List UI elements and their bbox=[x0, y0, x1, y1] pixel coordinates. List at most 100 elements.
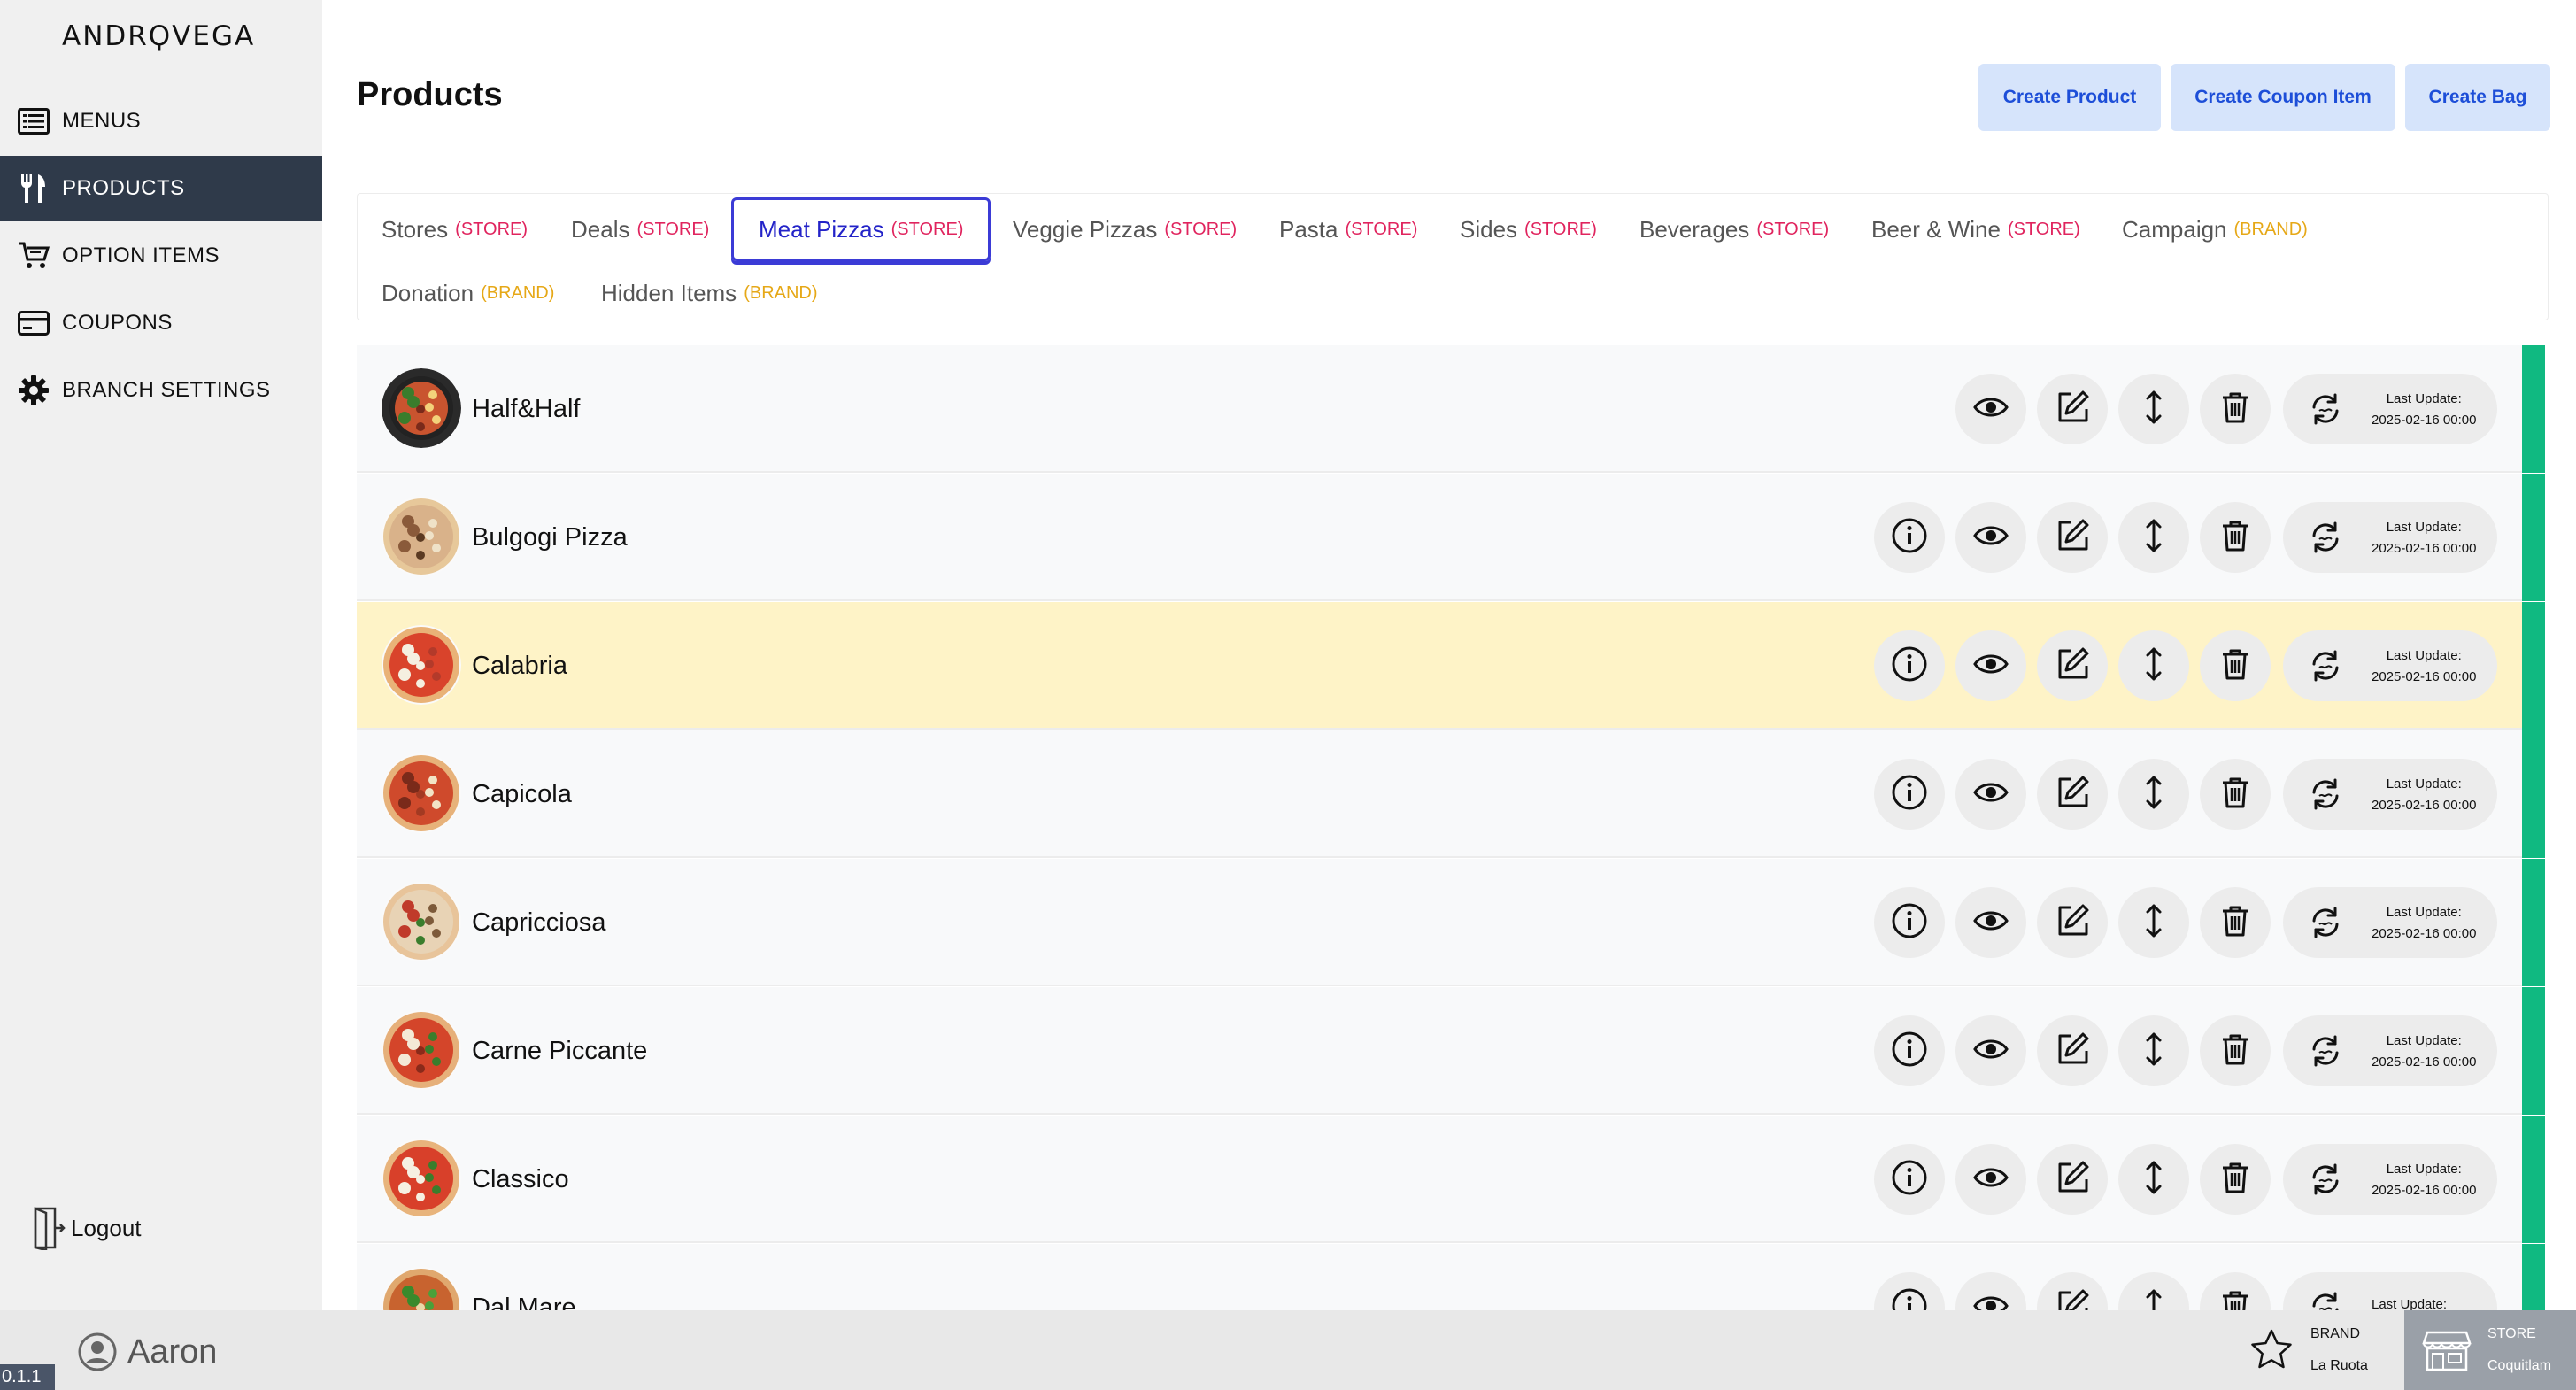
sidebar-item-coupons[interactable]: COUPONS bbox=[0, 290, 322, 356]
visibility-button[interactable] bbox=[1955, 759, 2026, 830]
product-row[interactable]: Half&Half Last Update: 2025-02-16 00:00 bbox=[357, 345, 2545, 473]
info-button[interactable] bbox=[1874, 759, 1945, 830]
sync-button[interactable]: Last Update: 2025-02-16 00:00 bbox=[2283, 630, 2497, 701]
tab-campaign[interactable]: Campaign (BRAND) bbox=[2122, 197, 2308, 261]
reorder-button[interactable] bbox=[2118, 1272, 2189, 1310]
last-update: Last Update: 2025-02-16 00:00 bbox=[2372, 520, 2476, 556]
brand-selector[interactable]: BRAND La Ruota bbox=[2248, 1310, 2404, 1390]
product-row[interactable]: Capicola Last Update: 2025-02-16 00:00 bbox=[357, 730, 2545, 858]
delete-button[interactable] bbox=[2200, 887, 2271, 958]
reorder-button[interactable] bbox=[2118, 374, 2189, 444]
product-row[interactable]: Classico Last Update: 2025-02-16 00:00 bbox=[357, 1116, 2545, 1243]
tab-stores[interactable]: Stores (STORE) bbox=[382, 197, 528, 261]
sync-button[interactable]: Last Update: 2025-02-16 00:00 bbox=[2283, 1144, 2497, 1215]
sync-icon bbox=[2306, 1160, 2345, 1199]
version-badge: 0.1.1 bbox=[0, 1364, 55, 1390]
brand-label: BRAND bbox=[2310, 1326, 2361, 1341]
delete-button[interactable] bbox=[2200, 1144, 2271, 1215]
store-selector[interactable]: STORE Coquitlam bbox=[2404, 1310, 2576, 1390]
sync-button[interactable]: Last Update: 2025-02-16 00:00 bbox=[2283, 502, 2497, 573]
edit-button[interactable] bbox=[2037, 374, 2108, 444]
tab-pasta[interactable]: Pasta (STORE) bbox=[1279, 197, 1417, 261]
delete-button[interactable] bbox=[2200, 502, 2271, 573]
info-icon bbox=[1891, 1159, 1928, 1201]
edit-button[interactable] bbox=[2037, 887, 2108, 958]
fork-knife-icon bbox=[16, 171, 51, 206]
product-row[interactable]: Capricciosa Last Update: 2025-02-16 00:00 bbox=[357, 859, 2545, 986]
info-button[interactable] bbox=[1874, 887, 1945, 958]
menu-list-icon bbox=[16, 104, 51, 139]
tab-beer-wine[interactable]: Beer & Wine (STORE) bbox=[1871, 197, 2080, 261]
tab-sides[interactable]: Sides (STORE) bbox=[1460, 197, 1597, 261]
reorder-button[interactable] bbox=[2118, 630, 2189, 701]
info-button[interactable] bbox=[1874, 1272, 1945, 1310]
sync-button[interactable]: Last Update: 2025-02-16 00:00 bbox=[2283, 374, 2497, 444]
visibility-button[interactable] bbox=[1955, 1272, 2026, 1310]
delete-button[interactable] bbox=[2200, 1015, 2271, 1086]
status-bar bbox=[2522, 602, 2545, 730]
product-row[interactable]: Calabria Last Update: 2025-02-16 00:00 bbox=[357, 602, 2545, 730]
visibility-button[interactable] bbox=[1955, 502, 2026, 573]
reorder-button[interactable] bbox=[2118, 502, 2189, 573]
info-button[interactable] bbox=[1874, 502, 1945, 573]
user-avatar-icon bbox=[78, 1332, 117, 1371]
info-button[interactable] bbox=[1874, 630, 1945, 701]
reorder-button[interactable] bbox=[2118, 1144, 2189, 1215]
create-coupon-item-button[interactable]: Create Coupon Item bbox=[2171, 64, 2395, 131]
create-product-button[interactable]: Create Product bbox=[1978, 64, 2161, 131]
create-bag-button[interactable]: Create Bag bbox=[2405, 64, 2550, 131]
tab-hidden-items[interactable]: Hidden Items (BRAND) bbox=[601, 261, 818, 325]
last-update-date: 2025-02-16 00:00 bbox=[2372, 797, 2477, 813]
tab-beverages[interactable]: Beverages (STORE) bbox=[1639, 197, 1829, 261]
sync-button[interactable]: Last Update: bbox=[2283, 1272, 2497, 1310]
eye-icon bbox=[1972, 645, 2009, 687]
edit-icon bbox=[2054, 1031, 2091, 1072]
logout-label: Logout bbox=[71, 1214, 142, 1241]
sync-button[interactable]: Last Update: 2025-02-16 00:00 bbox=[2283, 1015, 2497, 1086]
delete-button[interactable] bbox=[2200, 1272, 2271, 1310]
info-button[interactable] bbox=[1874, 1015, 1945, 1086]
app-logo[interactable]: ANDRϘVEGA bbox=[62, 16, 255, 57]
delete-button[interactable] bbox=[2200, 630, 2271, 701]
last-update-label: Last Update: bbox=[2386, 776, 2462, 792]
sidebar-item-option-items[interactable]: OPTION ITEMS bbox=[0, 223, 322, 289]
edit-button[interactable] bbox=[2037, 1272, 2108, 1310]
logout-button[interactable]: Logout bbox=[32, 1206, 142, 1252]
sidebar-item-menus[interactable]: MENUS bbox=[0, 89, 322, 154]
tab-meat-pizzas[interactable]: Meat Pizzas (STORE) bbox=[731, 197, 991, 261]
edit-button[interactable] bbox=[2037, 759, 2108, 830]
visibility-button[interactable] bbox=[1955, 887, 2026, 958]
sync-button[interactable]: Last Update: 2025-02-16 00:00 bbox=[2283, 759, 2497, 830]
visibility-button[interactable] bbox=[1955, 630, 2026, 701]
edit-button[interactable] bbox=[2037, 502, 2108, 573]
edit-button[interactable] bbox=[2037, 1144, 2108, 1215]
sidebar-item-products[interactable]: PRODUCTS bbox=[0, 156, 322, 221]
vertical-arrows-icon bbox=[2135, 645, 2172, 687]
tab-donation[interactable]: Donation (BRAND) bbox=[382, 261, 554, 325]
delete-button[interactable] bbox=[2200, 759, 2271, 830]
tab-label: Veggie Pizzas bbox=[1013, 215, 1158, 243]
visibility-button[interactable] bbox=[1955, 1144, 2026, 1215]
tab-label: Sides bbox=[1460, 215, 1518, 243]
user-profile[interactable]: Aaron bbox=[78, 1332, 217, 1371]
reorder-button[interactable] bbox=[2118, 887, 2189, 958]
product-row[interactable]: Bulgogi Pizza Last Update: 2025-02-16 00:0… bbox=[357, 474, 2545, 601]
visibility-button[interactable] bbox=[1955, 374, 2026, 444]
edit-button[interactable] bbox=[2037, 1015, 2108, 1086]
reorder-button[interactable] bbox=[2118, 1015, 2189, 1086]
delete-button[interactable] bbox=[2200, 374, 2271, 444]
tab-label: Deals bbox=[571, 215, 630, 243]
tab-label: Stores bbox=[382, 215, 449, 243]
info-button[interactable] bbox=[1874, 1144, 1945, 1215]
tab-deals[interactable]: Deals (STORE) bbox=[571, 197, 709, 261]
product-row[interactable]: Dal Mare Last Update: bbox=[357, 1244, 2545, 1310]
edit-button[interactable] bbox=[2037, 630, 2108, 701]
sync-button[interactable]: Last Update: 2025-02-16 00:00 bbox=[2283, 887, 2497, 958]
visibility-button[interactable] bbox=[1955, 1015, 2026, 1086]
status-bar bbox=[2522, 1244, 2545, 1310]
tab-veggie-pizzas[interactable]: Veggie Pizzas (STORE) bbox=[1013, 197, 1237, 261]
reorder-button[interactable] bbox=[2118, 759, 2189, 830]
brand-value: La Ruota bbox=[2310, 1358, 2368, 1373]
product-row[interactable]: Carne Piccante Last Update: 2025-02-16 00:… bbox=[357, 987, 2545, 1115]
sidebar-item-branch-settings[interactable]: BRANCH SETTINGS bbox=[0, 358, 322, 423]
